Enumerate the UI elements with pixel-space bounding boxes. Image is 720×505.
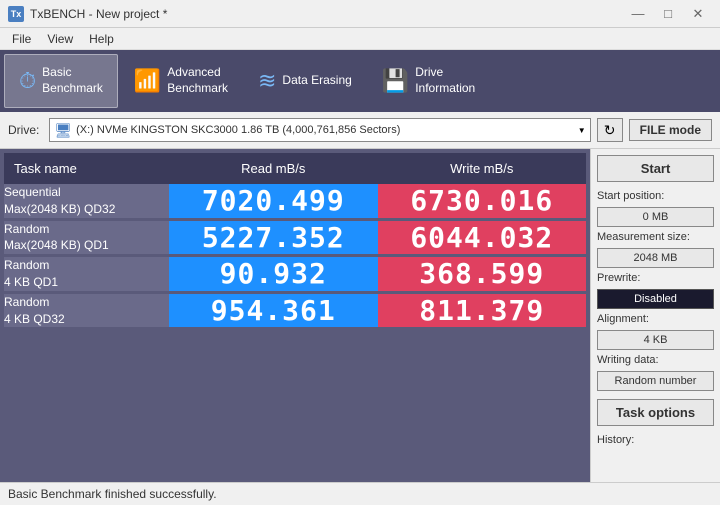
drive-information-button[interactable]: 💾 DriveInformation xyxy=(368,54,489,108)
table-row: Random4 KB QD1 90.932 368.599 xyxy=(4,256,586,293)
minimize-button[interactable]: — xyxy=(624,4,652,24)
main-content: Task name Read mB/s Write mB/s Sequentia… xyxy=(0,149,720,482)
table-row: Random4 KB QD32 954.361 811.379 xyxy=(4,292,586,329)
menu-help[interactable]: Help xyxy=(81,30,122,48)
writing-data-value: Random number xyxy=(597,371,714,391)
table-header: Task name Read mB/s Write mB/s xyxy=(4,153,586,184)
drive-select[interactable]: 🖥 (X:) NVMe KINGSTON SKC3000 1.86 TB (4,… xyxy=(49,118,590,142)
task-random-2048-qd1: RandomMax(2048 KB) QD1 xyxy=(4,219,169,256)
col-task: Task name xyxy=(4,153,169,184)
window-title: TxBENCH - New project * xyxy=(30,7,167,21)
toolbar: ⏱ BasicBenchmark 📶 AdvancedBenchmark ≋ D… xyxy=(0,50,720,112)
alignment-label: Alignment: xyxy=(597,313,714,325)
data-erasing-label: Data Erasing xyxy=(282,73,351,89)
window-controls: — □ ✕ xyxy=(624,4,712,24)
drive-label: Drive: xyxy=(8,123,39,137)
maximize-button[interactable]: □ xyxy=(654,4,682,24)
prewrite-value: Disabled xyxy=(597,289,714,309)
basic-benchmark-button[interactable]: ⏱ BasicBenchmark xyxy=(4,54,118,108)
write-random-4kb-qd1: 368.599 xyxy=(378,256,587,293)
advanced-benchmark-icon: 📶 xyxy=(134,68,161,94)
menu-bar: File View Help xyxy=(0,28,720,50)
benchmark-table: Task name Read mB/s Write mB/s Sequentia… xyxy=(4,153,586,330)
data-erasing-icon: ≋ xyxy=(258,68,276,94)
read-random-2048-qd1: 5227.352 xyxy=(169,219,378,256)
start-button[interactable]: Start xyxy=(597,155,714,182)
table-body: SequentialMax(2048 KB) QD32 7020.499 673… xyxy=(4,184,586,329)
write-random-4kb-qd32: 811.379 xyxy=(378,292,587,329)
data-erasing-button[interactable]: ≋ Data Erasing xyxy=(244,54,366,108)
status-text: Basic Benchmark finished successfully. xyxy=(8,487,217,501)
drive-select-icon: 🖥 xyxy=(54,122,72,139)
menu-file[interactable]: File xyxy=(4,30,39,48)
measurement-size-label: Measurement size: xyxy=(597,231,714,243)
menu-view[interactable]: View xyxy=(39,30,81,48)
advanced-benchmark-button[interactable]: 📶 AdvancedBenchmark xyxy=(120,54,242,108)
drive-refresh-button[interactable]: ↻ xyxy=(597,118,623,142)
read-random-4kb-qd1: 90.932 xyxy=(169,256,378,293)
basic-benchmark-icon: ⏱ xyxy=(19,68,36,94)
advanced-benchmark-label: AdvancedBenchmark xyxy=(167,65,228,96)
col-read: Read mB/s xyxy=(169,153,378,184)
task-random-4kb-qd1: Random4 KB QD1 xyxy=(4,256,169,293)
start-position-label: Start position: xyxy=(597,190,714,202)
history-label: History: xyxy=(597,434,714,446)
drive-select-value: 🖥 (X:) NVMe KINGSTON SKC3000 1.86 TB (4,… xyxy=(54,122,400,139)
drive-select-chevron xyxy=(578,124,586,136)
task-options-button[interactable]: Task options xyxy=(597,399,714,426)
task-random-4kb-qd32: Random4 KB QD32 xyxy=(4,292,169,329)
alignment-value: 4 KB xyxy=(597,330,714,350)
measurement-size-value: 2048 MB xyxy=(597,248,714,268)
prewrite-label: Prewrite: xyxy=(597,272,714,284)
app-icon: Tx xyxy=(8,6,24,22)
start-position-value: 0 MB xyxy=(597,207,714,227)
basic-benchmark-label: BasicBenchmark xyxy=(42,65,103,96)
title-bar-left: Tx TxBENCH - New project * xyxy=(8,6,167,22)
task-sequential: SequentialMax(2048 KB) QD32 xyxy=(4,184,169,219)
file-mode-button[interactable]: FILE mode xyxy=(629,119,712,141)
drive-row: Drive: 🖥 (X:) NVMe KINGSTON SKC3000 1.86… xyxy=(0,112,720,149)
read-random-4kb-qd32: 954.361 xyxy=(169,292,378,329)
read-sequential: 7020.499 xyxy=(169,184,378,219)
close-button[interactable]: ✕ xyxy=(684,4,712,24)
write-random-2048-qd1: 6044.032 xyxy=(378,219,587,256)
writing-data-label: Writing data: xyxy=(597,354,714,366)
right-panel: Start Start position: 0 MB Measurement s… xyxy=(590,149,720,482)
status-bar: Basic Benchmark finished successfully. xyxy=(0,482,720,504)
table-row: SequentialMax(2048 KB) QD32 7020.499 673… xyxy=(4,184,586,219)
drive-information-icon: 💾 xyxy=(382,68,409,94)
write-sequential: 6730.016 xyxy=(378,184,587,219)
drive-information-label: DriveInformation xyxy=(415,65,475,96)
title-bar: Tx TxBENCH - New project * — □ ✕ xyxy=(0,0,720,28)
table-row: RandomMax(2048 KB) QD1 5227.352 6044.032 xyxy=(4,219,586,256)
benchmark-area: Task name Read mB/s Write mB/s Sequentia… xyxy=(0,149,590,482)
col-write: Write mB/s xyxy=(378,153,587,184)
